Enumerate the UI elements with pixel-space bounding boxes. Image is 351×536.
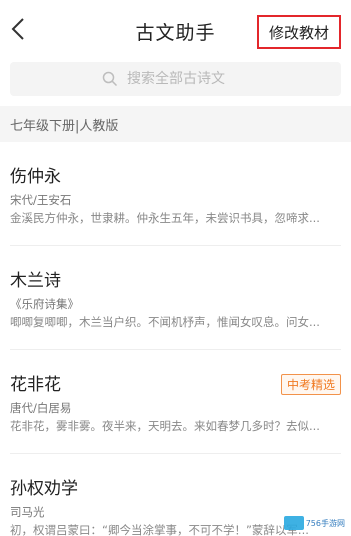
app-header: 古文助手 修改教材: [0, 0, 351, 58]
poem-excerpt: 初，权谓吕蒙曰：“卿今当涂掌事，不可不学！”蒙辞以军...: [10, 523, 309, 536]
page: 古文助手 修改教材 七年级下册|人教版 伤仲永 宋代/王安石 金溪民方仲永，世隶…: [0, 0, 351, 536]
poem-excerpt: 花非花，雾非雾。夜半来，天明去。来如春梦几多时？去似...: [10, 419, 320, 433]
poem-title: 花非花: [10, 375, 61, 395]
poem-title: 孙权劝学: [10, 479, 78, 499]
poem-author: 司马光: [10, 505, 45, 519]
poem-title: 伤仲永: [10, 167, 61, 187]
poem-list: 伤仲永 宋代/王安石 金溪民方仲永，世隶耕。仲永生五年，未尝识书具，忽啼求...…: [0, 142, 351, 536]
poem-author: 唐代/白居易: [10, 401, 72, 415]
watermark: 756手游网: [283, 516, 345, 530]
search-icon: [102, 71, 118, 87]
poem-excerpt: 唧唧复唧唧，木兰当户织。不闻机杼声，惟闻女叹息。问女...: [10, 315, 320, 329]
poem-author: 宋代/王安石: [10, 193, 72, 207]
textbook-label: 七年级下册|人教版: [10, 119, 119, 134]
list-item[interactable]: 花非花 中考精选 唐代/白居易 花非花，雾非雾。夜半来，天明去。来如春梦几多时？…: [10, 350, 341, 454]
exam-selection-badge: 中考精选: [280, 374, 341, 395]
list-item[interactable]: 木兰诗 《乐府诗集》 唧唧复唧唧，木兰当户织。不闻机杼声，惟闻女叹息。问女...: [10, 246, 341, 350]
search-box[interactable]: [10, 62, 341, 96]
poem-author: 《乐府诗集》: [10, 297, 79, 311]
poem-excerpt: 金溪民方仲永，世隶耕。仲永生五年，未尝识书具，忽啼求...: [10, 211, 320, 225]
watermark-logo-icon: [283, 516, 304, 530]
list-item[interactable]: 伤仲永 宋代/王安石 金溪民方仲永，世隶耕。仲永生五年，未尝识书具，忽啼求...: [10, 142, 341, 246]
watermark-text: 756手游网: [305, 518, 345, 528]
poem-title: 木兰诗: [10, 271, 61, 291]
search-input[interactable]: [125, 70, 249, 88]
search-bar: [0, 58, 351, 102]
section-header: 七年级下册|人教版: [0, 106, 351, 142]
edit-textbook-button[interactable]: 修改教材: [257, 15, 341, 49]
